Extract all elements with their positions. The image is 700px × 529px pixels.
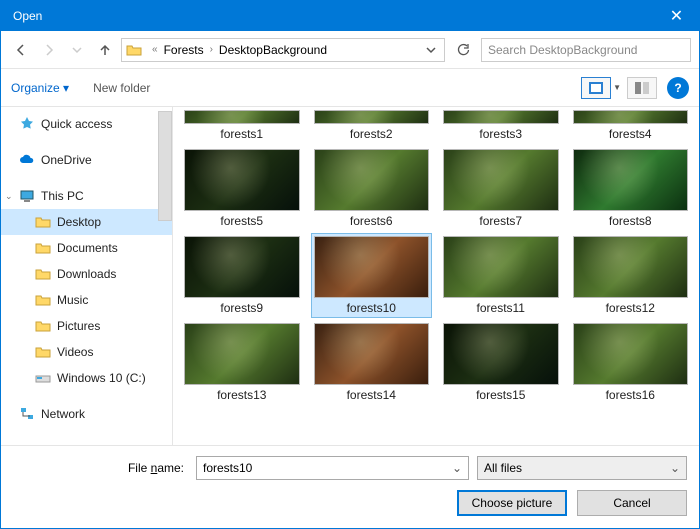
chevron-down-icon: ⌄ <box>670 461 680 475</box>
up-button[interactable] <box>93 38 117 62</box>
thumbnail <box>573 149 689 211</box>
search-box[interactable] <box>481 38 691 62</box>
back-button[interactable] <box>9 38 33 62</box>
folder-icon <box>35 240 51 256</box>
search-input[interactable] <box>488 43 684 57</box>
folder-icon <box>35 344 51 360</box>
thumbnail <box>573 236 689 298</box>
nav-row: « Forests › DesktopBackground <box>1 31 699 69</box>
crumb-desktopbackground[interactable]: DesktopBackground <box>219 43 327 57</box>
filetype-filter[interactable]: All files ⌄ <box>477 456 687 480</box>
scrollbar[interactable] <box>158 111 172 221</box>
file-item[interactable]: forests9 <box>181 233 303 318</box>
file-item[interactable]: forests7 <box>440 146 562 231</box>
thumbnail <box>443 323 559 385</box>
file-item[interactable]: forests3 <box>440 107 562 144</box>
chevron-down-icon[interactable]: ⌄ <box>452 461 462 475</box>
file-item[interactable]: forests8 <box>570 146 692 231</box>
sidebar-videos[interactable]: Videos <box>1 339 172 365</box>
file-item[interactable]: forests2 <box>311 107 433 144</box>
file-item[interactable]: forests13 <box>181 320 303 405</box>
folder-icon <box>35 318 51 334</box>
thumbnail <box>443 236 559 298</box>
file-item[interactable]: forests4 <box>570 107 692 144</box>
file-item[interactable]: forests12 <box>570 233 692 318</box>
file-grid: forests1 forests2 forests3 forests4 fore… <box>173 107 699 445</box>
sidebar-quick-access[interactable]: Quick access <box>1 111 172 137</box>
breadcrumb[interactable]: « Forests › DesktopBackground <box>121 38 445 62</box>
help-button[interactable]: ? <box>667 77 689 99</box>
chevron-down-icon: ▼ <box>613 83 621 92</box>
pc-icon <box>19 188 35 204</box>
sidebar-onedrive[interactable]: OneDrive <box>1 147 172 173</box>
filename-input[interactable] <box>203 461 452 475</box>
chevron-down-icon[interactable]: ⌄ <box>5 191 13 202</box>
folder-icon <box>126 42 142 58</box>
thumbnail <box>443 149 559 211</box>
cancel-button[interactable]: Cancel <box>577 490 687 516</box>
folder-icon <box>35 214 51 230</box>
file-item-selected[interactable]: forests10 <box>311 233 433 318</box>
sidebar: Quick access OneDrive ⌄This PC Desktop D… <box>1 107 173 445</box>
thumbnail <box>314 236 430 298</box>
preview-pane-button[interactable] <box>627 77 657 99</box>
view-thumbnails-button[interactable] <box>581 77 611 99</box>
sidebar-desktop[interactable]: Desktop <box>1 209 172 235</box>
close-button[interactable]: ✕ <box>654 1 699 31</box>
filename-label: File name: <box>13 461 188 475</box>
star-icon <box>19 116 35 132</box>
sidebar-music[interactable]: Music <box>1 287 172 313</box>
file-item[interactable]: forests6 <box>311 146 433 231</box>
chevron-right-icon: › <box>204 44 219 55</box>
organize-menu[interactable]: Organize ▾ <box>11 81 69 95</box>
filename-combobox[interactable]: ⌄ <box>196 456 469 480</box>
file-item[interactable]: forests15 <box>440 320 562 405</box>
drive-icon <box>35 370 51 386</box>
thumbnail <box>573 323 689 385</box>
thumbnail <box>184 323 300 385</box>
file-item[interactable]: forests14 <box>311 320 433 405</box>
thumbnail <box>184 236 300 298</box>
choose-picture-button[interactable]: Choose picture <box>457 490 567 516</box>
thumbnail <box>314 110 430 124</box>
thumbnail <box>184 110 300 124</box>
titlebar[interactable]: Open ✕ <box>1 1 699 31</box>
network-icon <box>19 406 35 422</box>
sidebar-windows-drive[interactable]: Windows 10 (C:) <box>1 365 172 391</box>
folder-icon <box>35 266 51 282</box>
window-title: Open <box>13 9 654 23</box>
file-item[interactable]: forests1 <box>181 107 303 144</box>
new-folder-button[interactable]: New folder <box>93 81 150 95</box>
sidebar-this-pc[interactable]: ⌄This PC <box>1 183 172 209</box>
toolbar: Organize ▾ New folder ▼ ? <box>1 69 699 107</box>
sidebar-network[interactable]: Network <box>1 401 172 427</box>
forward-button[interactable] <box>37 38 61 62</box>
thumbnail <box>573 110 689 124</box>
refresh-button[interactable] <box>449 38 477 62</box>
sidebar-downloads[interactable]: Downloads <box>1 261 172 287</box>
file-item[interactable]: forests11 <box>440 233 562 318</box>
thumbnail <box>314 149 430 211</box>
folder-icon <box>35 292 51 308</box>
thumbnail <box>314 323 430 385</box>
sidebar-pictures[interactable]: Pictures <box>1 313 172 339</box>
open-dialog: Open ✕ « Forests › DesktopBackground Org… <box>0 0 700 529</box>
footer: File name: ⌄ All files ⌄ Choose picture … <box>1 445 699 528</box>
file-item[interactable]: forests16 <box>570 320 692 405</box>
sidebar-documents[interactable]: Documents <box>1 235 172 261</box>
file-item[interactable]: forests5 <box>181 146 303 231</box>
thumbnail <box>443 110 559 124</box>
crumb-forests[interactable]: Forests <box>164 43 204 57</box>
thumbnail <box>184 149 300 211</box>
chevron-right-icon: « <box>146 44 164 55</box>
cloud-icon <box>19 152 35 168</box>
recent-dropdown[interactable] <box>65 38 89 62</box>
breadcrumb-dropdown[interactable] <box>422 45 440 55</box>
